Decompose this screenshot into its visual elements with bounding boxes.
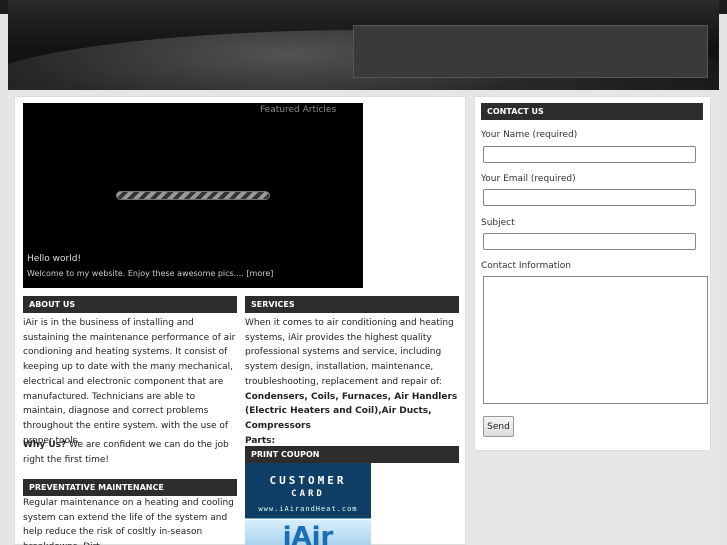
featured-articles-label: Featured Articles	[260, 105, 337, 115]
send-button[interactable]: Send	[483, 416, 514, 437]
print-coupon-heading: PRINT COUPON	[245, 446, 459, 463]
contact-us-heading: CONTACT US	[481, 103, 703, 120]
coupon-image[interactable]: CUSTOMER CARD www.iAirandHeat.com iAir	[245, 463, 371, 545]
site-header	[8, 0, 719, 90]
services-body: When it comes to air conditioning and he…	[245, 318, 454, 387]
email-label: Your Email (required)	[481, 174, 576, 184]
card-line-1: CUSTOMER	[269, 474, 347, 487]
slide-caption-title: Hello world!	[27, 254, 82, 264]
name-input[interactable]	[483, 146, 696, 163]
contact-info-label: Contact Information	[481, 261, 571, 271]
preventative-maintenance-heading: PREVENTATIVE MAINTENANCE	[23, 479, 237, 496]
services-text: When it comes to air conditioning and he…	[245, 316, 463, 448]
slide-caption-body: Welcome to my website. Enjoy these aweso…	[27, 269, 247, 278]
customer-card: CUSTOMER CARD www.iAirandHeat.com	[245, 463, 371, 519]
header-banner	[353, 25, 708, 78]
services-heading: SERVICES	[245, 296, 459, 313]
email-input[interactable]	[483, 189, 696, 206]
featured-slider[interactable]: Featured Articles Hello world! Welcome t…	[23, 103, 363, 288]
iair-logo: iAir	[245, 520, 371, 545]
about-us-heading: ABOUT US	[23, 296, 237, 313]
loading-bar-icon	[116, 191, 270, 200]
name-label: Your Name (required)	[481, 130, 578, 140]
contact-info-textarea[interactable]	[483, 276, 708, 404]
slide-caption-text: Welcome to my website. Enjoy these aweso…	[27, 269, 273, 278]
services-parts-label: Parts:	[245, 435, 276, 446]
about-us-text: iAir is in the business of installing an…	[23, 316, 239, 448]
preventative-maintenance-text: Regular maintenance on a heating and coo…	[23, 498, 234, 545]
subject-input[interactable]	[483, 233, 696, 250]
why-us-label: Why Us?	[23, 440, 67, 450]
why-us-text: Why Us? We are confident we can do the j…	[23, 438, 239, 467]
services-equipment-list: Condensers, Coils, Furnaces, Air Handler…	[245, 391, 458, 431]
subject-label: Subject	[481, 218, 515, 228]
about-us-body: iAir is in the business of installing an…	[23, 318, 236, 446]
more-link[interactable]: [more]	[246, 269, 273, 278]
card-line-2: CARD	[291, 489, 325, 499]
card-url: www.iAirandHeat.com	[258, 505, 358, 513]
